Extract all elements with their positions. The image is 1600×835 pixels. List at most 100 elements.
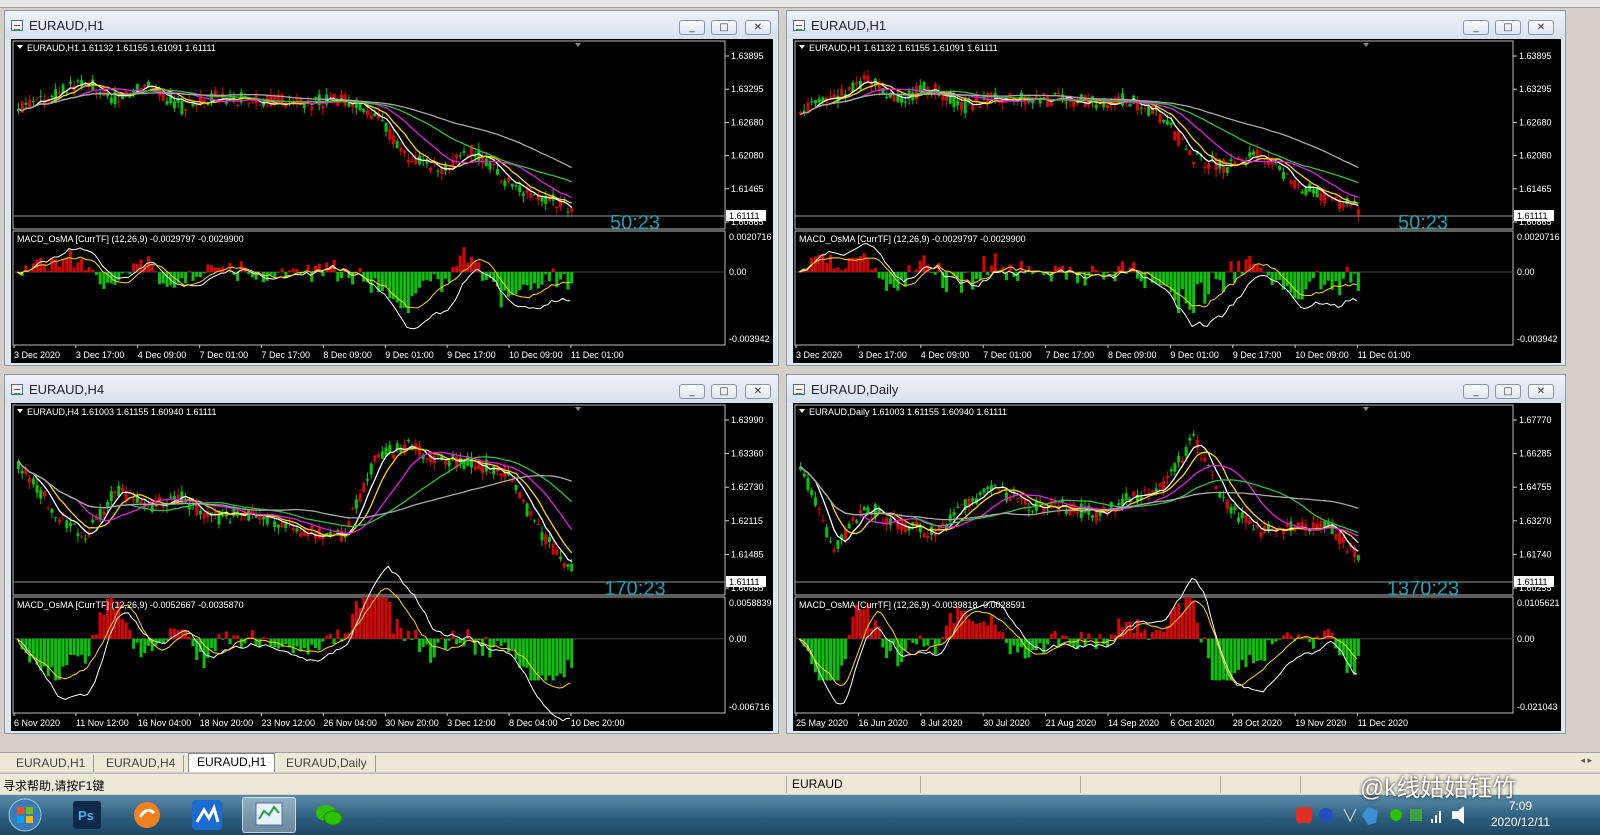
time-axis-label: 8 Dec 09:00 [1108, 350, 1157, 360]
macd-histogram-bar [836, 267, 840, 273]
candle-body [1094, 104, 1098, 109]
macd-histogram-bar [195, 272, 199, 277]
macd-histogram-bar [989, 614, 993, 639]
candle-body [366, 478, 369, 481]
start-button[interactable] [2, 797, 48, 833]
chart-window-euraud-h4[interactable]: EURAUD,H4 _ □ ✕ 1.63990 1.63360 1.62730 1.6… [4, 374, 779, 734]
macd-histogram-bar [813, 638, 817, 673]
minimize-button[interactable]: _ [1463, 20, 1489, 35]
taskbar-metatrader[interactable] [242, 797, 296, 833]
window-titlebar[interactable]: EURAUD,H4 _ □ ✕ [5, 375, 778, 403]
window-titlebar[interactable]: EURAUD,Daily _ □ ✕ [787, 375, 1565, 403]
price-chart-area[interactable]: 1.67770 1.66285 1.64755 1.63270 1.61740 1.602… [793, 403, 1561, 731]
close-button[interactable]: ✕ [1528, 384, 1554, 399]
macd-histogram-bar [395, 618, 399, 639]
time-axis-label: 3 Dec 2020 [14, 350, 60, 360]
candle-body [1252, 151, 1256, 156]
price-axis-label: 1.63895 [1519, 51, 1552, 61]
candle-body [1311, 189, 1315, 194]
candle-body [366, 110, 369, 116]
price-axis-label: 1.63295 [731, 84, 764, 94]
macd-histogram-bar [369, 272, 373, 293]
macd-histogram-bar [1199, 638, 1203, 643]
minimize-button[interactable]: _ [679, 384, 705, 399]
macd-histogram-bar [1315, 271, 1319, 273]
minimize-button[interactable]: _ [679, 20, 705, 35]
price-chart-area[interactable]: 1.63895 1.63295 1.62680 1.62080 1.61465 1.608… [793, 39, 1561, 363]
price-axis-label: 1.61465 [1519, 184, 1552, 194]
candle-body [971, 498, 975, 502]
macd-histogram-bar [384, 272, 388, 288]
macd-axis-label-bottom: -0.003942 [729, 334, 770, 344]
macd-histogram-bar [529, 272, 533, 290]
time-axis-label: 21 Aug 2020 [1046, 718, 1097, 728]
chart-window-icon [11, 20, 23, 31]
macd-histogram-bar [102, 272, 106, 289]
taskbar-photoshop[interactable]: Ps [60, 797, 114, 833]
tab-euraud-h1-active[interactable]: EURAUD,H1 [188, 753, 276, 772]
price-chart-area[interactable]: 1.63990 1.63360 1.62730 1.62115 1.61485 1.608… [11, 403, 773, 731]
time-axis-label: 4 Dec 09:00 [138, 350, 187, 360]
close-button[interactable]: ✕ [745, 20, 771, 35]
chart-window-euraud-h1-left[interactable]: EURAUD,H1 _ □ ✕ 1.63895 1.63295 1.62680 1.6… [4, 10, 779, 366]
candles-group [17, 74, 574, 218]
macd-axis-label-top: 0.0105621 [1517, 598, 1560, 608]
maximize-button[interactable]: □ [711, 384, 737, 399]
main-pane-border [794, 40, 1514, 230]
macd-histogram-bar [46, 270, 50, 273]
macd-histogram-bar [1214, 272, 1218, 280]
macd-histogram-bar [1192, 272, 1196, 314]
taskbar-app-blue[interactable] [180, 797, 234, 833]
macd-histogram-bar [366, 597, 369, 639]
candle-body [499, 180, 503, 182]
candle-body [1053, 93, 1057, 95]
macd-histogram-bar [1049, 633, 1053, 639]
close-button[interactable]: ✕ [745, 384, 771, 399]
macd-histogram-bar [1356, 272, 1360, 291]
candle-body [276, 524, 280, 528]
price-chart-area[interactable]: 1.63895 1.63295 1.62680 1.62080 1.61465 1.608… [11, 39, 773, 363]
macd-histogram-bar [870, 269, 874, 273]
windows-logo-icon [8, 798, 42, 832]
candle-body [810, 489, 814, 496]
macd-histogram-bar [1023, 638, 1027, 659]
candle-body [91, 519, 95, 523]
tab-scroll-arrows[interactable]: ◂ ▸ [1580, 755, 1592, 766]
chart-window-euraud-h1-right[interactable]: EURAUD,H1 _ □ ✕ 1.63895 1.63295 1.62680 1.6… [786, 10, 1566, 366]
macd-histogram-bar [488, 638, 492, 658]
macd-histogram-bar [821, 253, 825, 273]
macd-histogram-bar [250, 630, 254, 639]
candle-body [447, 460, 451, 467]
macd-histogram-bar [510, 272, 514, 296]
macd-histogram-bar [1143, 272, 1147, 289]
maximize-button[interactable]: □ [711, 20, 737, 35]
close-button[interactable]: ✕ [1528, 20, 1554, 35]
window-titlebar[interactable]: EURAUD,H1 _ □ ✕ [5, 11, 778, 39]
taskbar-wechat[interactable] [302, 797, 356, 833]
macd-histogram-bar [828, 254, 832, 273]
macd-histogram-bar [1334, 272, 1338, 282]
taskbar-app-orange[interactable] [120, 797, 174, 833]
macd-histogram-bar [1173, 272, 1177, 301]
tab-euraud-h1[interactable]: EURAUD,H1 [8, 755, 95, 772]
macd-histogram-bar [191, 638, 195, 647]
window-titlebar[interactable]: EURAUD,H1 _ □ ✕ [787, 11, 1565, 39]
macd-histogram-bar [1278, 638, 1282, 640]
candle-body [24, 102, 28, 105]
price-axis-label: 1.63295 [1519, 84, 1552, 94]
minimize-button[interactable]: _ [1463, 384, 1489, 399]
candle-body [1143, 489, 1147, 491]
candle-body [1180, 460, 1184, 464]
macd-histogram-bar [458, 255, 462, 273]
tab-euraud-h4[interactable]: EURAUD,H4 [98, 755, 185, 772]
moving-average-line-1 [17, 447, 573, 554]
chart-window-euraud-daily[interactable]: EURAUD,Daily _ □ ✕ 1.67770 1.66285 1.64755… [786, 374, 1566, 734]
candle-body [492, 466, 496, 475]
candle-body [1319, 520, 1323, 528]
tab-euraud-daily[interactable]: EURAUD,Daily [278, 755, 376, 772]
maximize-button[interactable]: □ [1495, 20, 1521, 35]
maximize-button[interactable]: □ [1495, 384, 1521, 399]
candle-body [858, 509, 862, 514]
candle-body [1027, 509, 1031, 511]
macd-histogram-bar [993, 624, 997, 639]
